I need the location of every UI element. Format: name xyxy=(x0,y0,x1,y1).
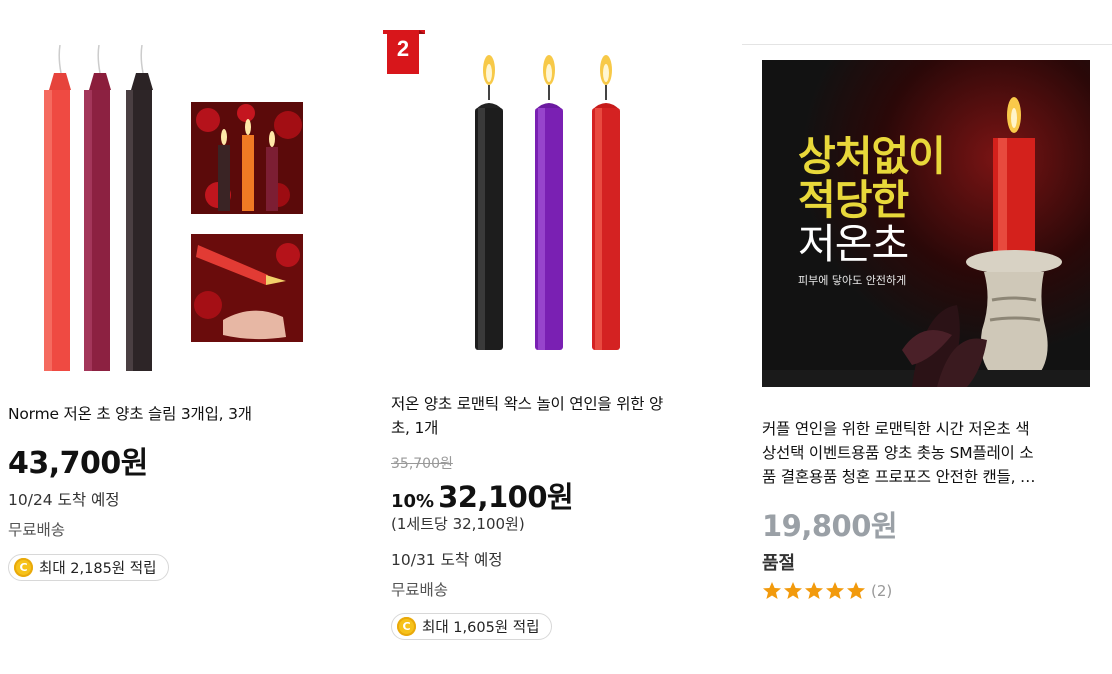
product-image-3[interactable]: 상처없이 적당한 저온초 피부에 닿아도 안전하게 xyxy=(762,60,1090,387)
product-image-2[interactable]: 2 xyxy=(383,30,728,370)
price-row-2: 10% 32,100원 xyxy=(391,474,574,516)
shipping-info-1: 무료배송 xyxy=(8,521,66,539)
discount-rate-2: 10% xyxy=(391,491,435,512)
product-title-2[interactable]: 저온 양초 로맨틱 왁스 놀이 연인을 위한 양 초, 1개 xyxy=(391,392,721,440)
product-title-1[interactable]: Norme 저온 초 양초 슬림 3개입, 3개 xyxy=(8,402,338,426)
product-price-1: 43,700원 xyxy=(8,446,148,481)
product-title-3-line2: 상선택 이벤트용품 양초 촛농 SM플레이 소 xyxy=(762,444,1034,462)
product-title-2-line2: 초, 1개 xyxy=(391,419,439,437)
soldout-label: 품절 xyxy=(762,553,796,574)
shipping-info-2: 무료배송 xyxy=(391,581,449,599)
reward-text-1: 최대 2,185원 적립 xyxy=(39,561,157,577)
reward-text-2: 최대 1,605원 적립 xyxy=(422,620,540,636)
candle-trio-photo xyxy=(383,30,728,370)
image-headline-line3: 저온초 xyxy=(798,220,909,268)
delivery-date-2: 10/31 도착 예정 xyxy=(391,551,503,569)
product-title-3-line1: 커플 연인을 위한 로맨틱한 시간 저온초 색 xyxy=(762,420,1030,438)
product-price-3: 19,800원 xyxy=(762,509,898,543)
rank-number: 2 xyxy=(396,36,410,61)
image-subtext: 피부에 닿아도 안전하게 xyxy=(798,274,907,287)
original-price-2: 35,700원 xyxy=(391,456,453,472)
image-headline-line2: 적당한 xyxy=(798,176,909,224)
reward-badge-1: C 최대 2,185원 적립 xyxy=(8,554,170,581)
product-card-3[interactable]: 상처없이 적당한 저온초 피부에 닿아도 안전하게 커플 연인을 위한 로맨틱한… xyxy=(742,44,1112,600)
product-title-3-line3: 품 결혼용품 청혼 프로포즈 안전한 캔들, … xyxy=(762,468,1036,486)
coin-icon: C xyxy=(397,617,416,636)
reward-badge-2: C 최대 1,605원 적립 xyxy=(391,613,553,640)
delivery-date-1: 10/24 도착 예정 xyxy=(8,491,120,509)
image-headline-line1: 상처없이 xyxy=(798,132,946,180)
star-rating-icon xyxy=(763,582,865,599)
product-image-1[interactable] xyxy=(8,45,332,371)
product-title-2-line1: 저온 양초 로맨틱 왁스 놀이 연인을 위한 양 xyxy=(391,395,664,413)
coin-icon: C xyxy=(14,558,33,577)
unit-price-2: (1세트당 32,100원) xyxy=(391,515,525,533)
rating-row: (2) xyxy=(762,581,892,601)
candle-set-photo xyxy=(8,45,332,371)
review-count[interactable]: (2) xyxy=(871,582,892,600)
product-title-3[interactable]: 커플 연인을 위한 로맨틱한 시간 저온초 색 상선택 이벤트용품 양초 촛농 … xyxy=(762,417,1102,489)
product-price-2: 32,100원 xyxy=(438,480,574,514)
